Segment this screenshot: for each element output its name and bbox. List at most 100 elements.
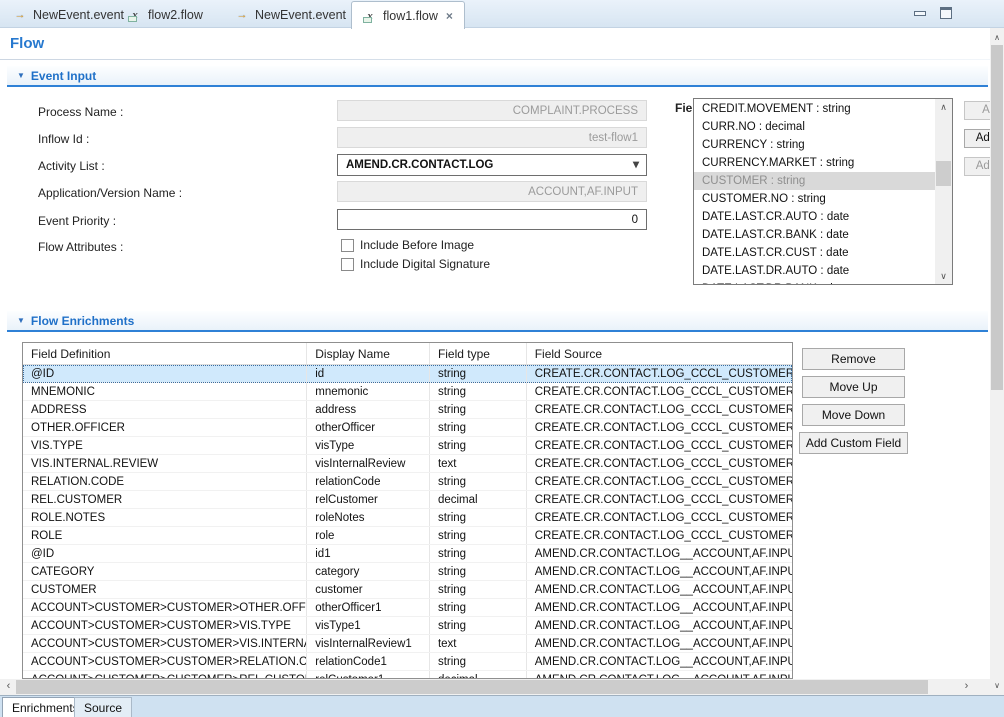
- enrichment-cell: decimal: [430, 491, 527, 508]
- enrichment-row[interactable]: CATEGORYcategorystringAMEND.CR.CONTACT.L…: [23, 563, 792, 581]
- enrichment-cell: CREATE.CR.CONTACT.LOG_CCCL_CUSTOMER: [527, 473, 792, 490]
- enrichment-row[interactable]: RELATION.CODErelationCodestringCREATE.CR…: [23, 473, 792, 491]
- enrichment-cell: VIS.TYPE: [23, 437, 307, 454]
- minimize-icon[interactable]: [914, 11, 926, 16]
- enrichment-cell: AMEND.CR.CONTACT.LOG__ACCOUNT,AF.INPUT: [527, 653, 792, 670]
- field-list-item[interactable]: DATE.LAST.CR.CUST : date: [694, 244, 935, 262]
- enrichment-cell: CREATE.CR.CONTACT.LOG_CCCL_CUSTOMER: [527, 527, 792, 544]
- enrichment-cell: string: [430, 401, 527, 418]
- include-digital-signature-label: Include Digital Signature: [360, 257, 490, 271]
- enrichment-cell: relationCode1: [307, 653, 430, 670]
- field-list-item[interactable]: CUSTOMER.NO : string: [694, 190, 935, 208]
- scrollbar-thumb[interactable]: [936, 161, 951, 186]
- enrichment-cell: CREATE.CR.CONTACT.LOG_CCCL_CUSTOMER: [527, 383, 792, 400]
- enrichment-row[interactable]: VIS.INTERNAL.REVIEWvisInternalReviewtext…: [23, 455, 792, 473]
- include-digital-signature-checkbox[interactable]: [341, 258, 354, 271]
- enrichment-row[interactable]: VIS.TYPEvisTypestringCREATE.CR.CONTACT.L…: [23, 437, 792, 455]
- enrichment-cell: ROLE: [23, 527, 307, 544]
- enrichment-cell: ACCOUNT>CUSTOMER>CUSTOMER>VIS.TYPE: [23, 617, 307, 634]
- horizontal-scrollbar[interactable]: ‹ ›: [0, 679, 990, 695]
- enrichment-row[interactable]: ACCOUNT>CUSTOMER>CUSTOMER>VIS.TYPEvisTyp…: [23, 617, 792, 635]
- field-list-item[interactable]: CUSTOMER : string: [694, 172, 935, 190]
- enrichment-row[interactable]: ADDRESSaddressstringCREATE.CR.CONTACT.LO…: [23, 401, 792, 419]
- maximize-icon[interactable]: [940, 7, 952, 19]
- field-list-item[interactable]: CURRENCY : string: [694, 136, 935, 154]
- event-priority-field[interactable]: 0: [337, 209, 647, 230]
- enrichment-cell: CREATE.CR.CONTACT.LOG_CCCL_CUSTOMER: [527, 509, 792, 526]
- move-down-button[interactable]: Move Down: [802, 404, 905, 426]
- window-controls: [914, 7, 952, 19]
- editor-window: →NewEvent.eventxflow2.flow→NewEvent.even…: [0, 0, 1004, 717]
- event-icon: →: [235, 9, 249, 21]
- enrichment-cell: MNEMONIC: [23, 383, 307, 400]
- enrichment-row[interactable]: ACCOUNT>CUSTOMER>CUSTOMER>VIS.INTERNAL..…: [23, 635, 792, 653]
- field-list: CREDIT.MOVEMENT : stringCURR.NO : decima…: [693, 98, 953, 285]
- field-list-item[interactable]: DATE.LAST.CR.BANK : date: [694, 226, 935, 244]
- event-priority-label: Event Priority :: [38, 214, 116, 228]
- enrichment-cell: text: [430, 635, 527, 652]
- enrichment-cell: address: [307, 401, 430, 418]
- editor-tab-flow1.flow[interactable]: xflow1.flow×: [351, 1, 465, 29]
- enrichment-row[interactable]: @IDidstringCREATE.CR.CONTACT.LOG_CCCL_CU…: [23, 365, 792, 383]
- column-header-field-type[interactable]: Field type: [430, 343, 527, 364]
- enrichment-row[interactable]: CUSTOMERcustomerstringAMEND.CR.CONTACT.L…: [23, 581, 792, 599]
- vertical-scrollbar[interactable]: ∧ ∨: [990, 28, 1004, 695]
- tab-source[interactable]: Source: [74, 697, 132, 717]
- enrichment-cell: CREATE.CR.CONTACT.LOG_CCCL_CUSTOMER: [527, 401, 792, 418]
- process-name-label: Process Name :: [38, 105, 123, 119]
- close-icon[interactable]: ×: [446, 9, 453, 23]
- enrichment-row[interactable]: ACCOUNT>CUSTOMER>CUSTOMER>REL.CUSTOMERre…: [23, 671, 792, 679]
- enrichment-cell: relCustomer1: [307, 671, 430, 679]
- enrichment-row[interactable]: ACCOUNT>CUSTOMER>CUSTOMER>OTHER.OFFICERo…: [23, 599, 792, 617]
- editor-tab-flow2.flow[interactable]: xflow2.flow: [117, 2, 214, 27]
- column-header-field-source[interactable]: Field Source: [527, 343, 792, 364]
- title-separator: [0, 59, 990, 60]
- field-list-item[interactable]: CURRENCY.MARKET : string: [694, 154, 935, 172]
- enrichment-row[interactable]: MNEMONICmnemonicstringCREATE.CR.CONTACT.…: [23, 383, 792, 401]
- include-before-image-row: Include Before Image: [341, 238, 474, 252]
- editor-tab-NewEvent.event[interactable]: →NewEvent.event: [2, 2, 135, 27]
- enrichment-row[interactable]: ROLErolestringCREATE.CR.CONTACT.LOG_CCCL…: [23, 527, 792, 545]
- enrichment-row[interactable]: OTHER.OFFICERotherOfficerstringCREATE.CR…: [23, 419, 792, 437]
- field-list-item[interactable]: CURR.NO : decimal: [694, 118, 935, 136]
- enrichment-row[interactable]: @IDid1stringAMEND.CR.CONTACT.LOG__ACCOUN…: [23, 545, 792, 563]
- flow-enrichments-section-header[interactable]: ▼ Flow Enrichments: [7, 311, 988, 332]
- field-list-item[interactable]: DATE.LAST.CR.AUTO : date: [694, 208, 935, 226]
- enrichment-row[interactable]: ACCOUNT>CUSTOMER>CUSTOMER>RELATION.CO...…: [23, 653, 792, 671]
- enrichment-cell: VIS.INTERNAL.REVIEW: [23, 455, 307, 472]
- enrichment-cell: @ID: [23, 545, 307, 562]
- activity-list-combo[interactable]: AMEND.CR.CONTACT.LOG ▾: [337, 154, 647, 176]
- event-input-section-header[interactable]: ▼ Event Input: [7, 66, 988, 87]
- column-header-field-definition[interactable]: Field Definition: [23, 343, 307, 364]
- enrichment-cell: category: [307, 563, 430, 580]
- add-custom-field-button[interactable]: Add Custom Field: [799, 432, 908, 454]
- enrichment-cell: string: [430, 383, 527, 400]
- scroll-right-icon[interactable]: ›: [959, 679, 974, 695]
- field-list-item[interactable]: DATE.LAST.DR.BANK : date: [694, 280, 935, 284]
- include-before-image-checkbox[interactable]: [341, 239, 354, 252]
- enrichment-row[interactable]: ROLE.NOTESroleNotesstringCREATE.CR.CONTA…: [23, 509, 792, 527]
- scroll-down-icon[interactable]: ∨: [990, 678, 1004, 693]
- scroll-left-icon[interactable]: ‹: [1, 679, 16, 695]
- field-list-item[interactable]: CREDIT.MOVEMENT : string: [694, 100, 935, 118]
- editor-tab-label: NewEvent.event: [255, 8, 346, 22]
- enrichment-cell: visInternalReview: [307, 455, 430, 472]
- remove-button[interactable]: Remove: [802, 348, 905, 370]
- editor-tab-bar: →NewEvent.eventxflow2.flow→NewEvent.even…: [0, 0, 1004, 28]
- enrichments-table-body: @IDidstringCREATE.CR.CONTACT.LOG_CCCL_CU…: [23, 365, 792, 679]
- enrichment-row[interactable]: REL.CUSTOMERrelCustomerdecimalCREATE.CR.…: [23, 491, 792, 509]
- editor-tab-NewEvent.event[interactable]: → NewEvent.event: [224, 2, 357, 27]
- activity-list-label: Activity List :: [38, 159, 105, 173]
- scroll-down-icon[interactable]: ∨: [935, 268, 952, 284]
- enrichment-cell: string: [430, 473, 527, 490]
- move-up-button[interactable]: Move Up: [802, 376, 905, 398]
- scroll-up-icon[interactable]: ∧: [990, 30, 1004, 45]
- scrollbar-thumb[interactable]: [991, 45, 1003, 390]
- field-list-scrollbar[interactable]: ∧ ∨: [935, 99, 952, 284]
- field-list-item[interactable]: DATE.LAST.DR.AUTO : date: [694, 262, 935, 280]
- flow-icon: x: [128, 9, 142, 21]
- scrollbar-thumb[interactable]: [16, 680, 928, 694]
- column-header-display-name[interactable]: Display Name: [307, 343, 430, 364]
- enrichment-cell: decimal: [430, 671, 527, 679]
- scroll-up-icon[interactable]: ∧: [935, 99, 952, 115]
